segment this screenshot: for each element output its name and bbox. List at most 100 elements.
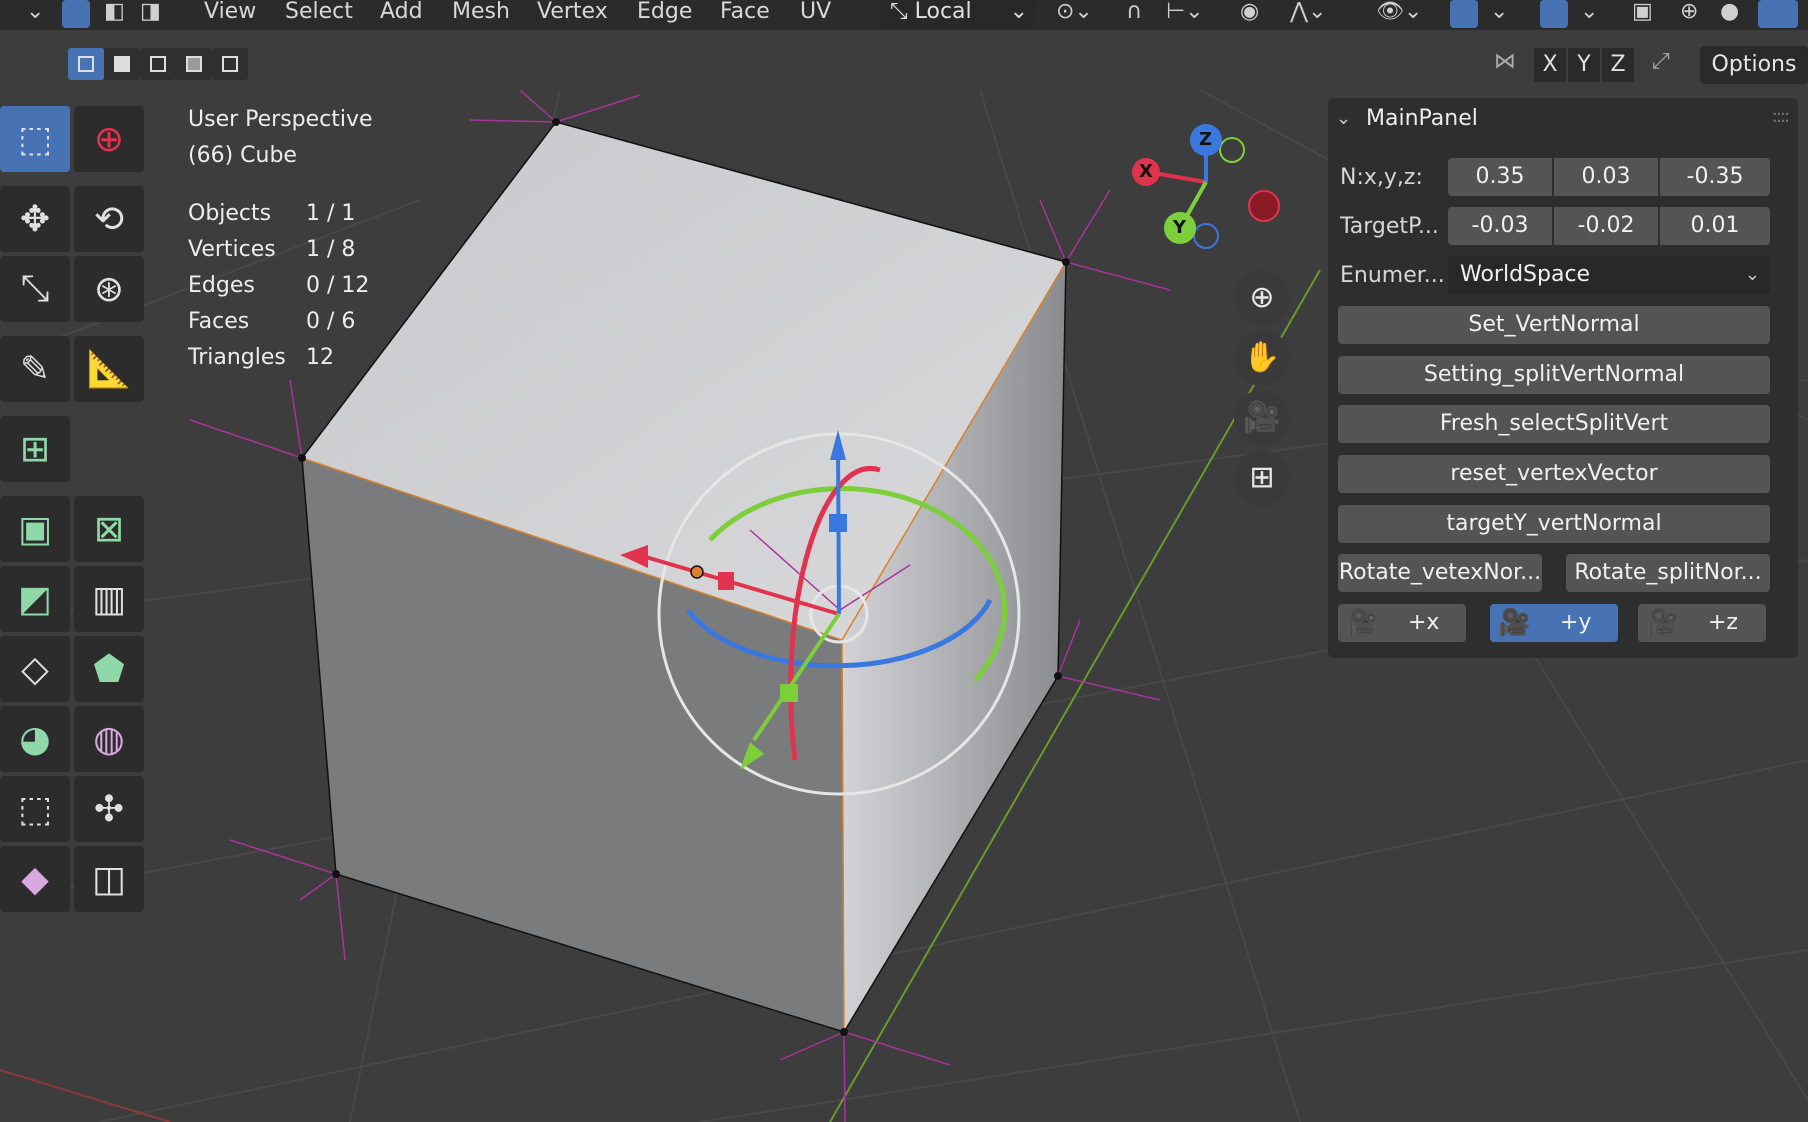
rotate-tool[interactable]: ⟲ <box>74 186 144 252</box>
select-box-tool[interactable]: ⬚ <box>0 106 70 172</box>
grid-icon: ⊞ <box>1249 460 1275 495</box>
cursor-select-icon: ⬚ <box>17 118 52 160</box>
snap-icon[interactable]: ∩ <box>1126 0 1142 28</box>
vertex-select-mode-button[interactable] <box>62 0 90 28</box>
mirror-icon[interactable]: ⋈ <box>1494 50 1516 78</box>
extrude-tool[interactable]: ▣ <box>0 496 70 562</box>
menu-add[interactable]: Add <box>380 0 423 28</box>
rip-tool[interactable]: ◫ <box>74 846 144 912</box>
mirror-x-button[interactable]: X <box>1534 48 1566 82</box>
normal-z-field[interactable]: -0.35 <box>1660 158 1770 196</box>
gizmo-z-label: Z <box>1199 129 1213 150</box>
stat-vertices: Vertices 1 / 8 <box>188 237 356 262</box>
face-select-mode-icon[interactable]: ◨ <box>140 0 161 28</box>
select-subtract-icon <box>150 56 166 72</box>
reset-vertex-vector-button[interactable]: reset_vertexVector <box>1338 455 1770 493</box>
stat-objects: Objects 1 / 1 <box>188 201 356 226</box>
normal-x-field[interactable]: 0.35 <box>1448 158 1552 196</box>
transform-orientation-dropdown[interactable]: ⤡ Local ⌄ <box>880 0 1036 28</box>
visibility-icon[interactable]: 👁⌄ <box>1376 0 1422 28</box>
overlay-toggle-button[interactable] <box>1540 0 1568 28</box>
snap-target-icon[interactable]: ⊢⌄ <box>1166 0 1204 28</box>
target-y-vert-normal-button[interactable]: targetY_vertNormal <box>1338 505 1770 543</box>
material-shading-button[interactable] <box>1758 0 1798 28</box>
menu-view[interactable]: View <box>204 0 256 28</box>
wireframe-shading-icon[interactable]: ⊕ <box>1680 0 1698 28</box>
crosshair-icon: ⊕ <box>93 118 125 160</box>
menu-vertex[interactable]: Vertex <box>537 0 608 28</box>
camera-view-button[interactable]: 🎥 <box>1234 390 1290 446</box>
set-vert-normal-button[interactable]: Set_VertNormal <box>1338 306 1770 344</box>
rotate-vertex-normal-button[interactable]: Rotate_vetexNor... <box>1338 554 1542 592</box>
fresh-select-split-vert-button[interactable]: Fresh_selectSplitVert <box>1338 405 1770 443</box>
zoom-icon: ⊕ <box>1249 280 1275 315</box>
collapse-chevron-icon[interactable]: ⌄ <box>1336 108 1351 129</box>
pivot-point-icon[interactable]: ⊙⌄ <box>1056 0 1093 28</box>
select-subtract-button[interactable] <box>140 48 176 80</box>
measure-tool[interactable]: 📐 <box>74 336 144 402</box>
menu-face[interactable]: Face <box>720 0 770 28</box>
zoom-button[interactable]: ⊕ <box>1234 270 1290 326</box>
camera-icon: 🎥 <box>1243 400 1281 435</box>
transform-icon: ⊛ <box>93 268 125 310</box>
drag-grip-icon[interactable]: :::: <box>1772 106 1790 127</box>
falloff-icon[interactable]: ⋀⌄ <box>1290 0 1326 28</box>
camera-icon: 🎥 <box>1498 608 1531 638</box>
target-label: TargetP... <box>1340 214 1439 239</box>
select-invert-icon <box>186 56 202 72</box>
rip-icon: ◫ <box>91 858 126 900</box>
view-plus-y-button[interactable]: 🎥 +y <box>1490 604 1618 642</box>
select-extend-button[interactable] <box>104 48 140 80</box>
poly-build-tool[interactable]: ⬟ <box>74 636 144 702</box>
target-x-field[interactable]: -0.03 <box>1448 207 1552 245</box>
view-plus-x-button[interactable]: 🎥 +x <box>1338 604 1466 642</box>
header-bar: ⌄ ◧ ◨ View Select Add Mesh Vertex Edge F… <box>0 0 1808 30</box>
normal-y-field[interactable]: 0.03 <box>1554 158 1658 196</box>
cursor-tool[interactable]: ⊕ <box>74 106 144 172</box>
select-new-button[interactable] <box>68 48 104 80</box>
auto-merge-icon[interactable]: ⤢ <box>1652 50 1670 78</box>
knife-tool[interactable]: ◇ <box>0 636 70 702</box>
mirror-y-button[interactable]: Y <box>1568 48 1600 82</box>
gizmo-x-label: X <box>1139 161 1153 182</box>
bevel-tool[interactable]: ◩ <box>0 566 70 632</box>
smooth-tool[interactable]: ◍ <box>74 706 144 772</box>
inset-tool[interactable]: ⊠ <box>74 496 144 562</box>
shear-tool[interactable]: ◆ <box>0 846 70 912</box>
add-cube-icon: ⊞ <box>19 428 51 470</box>
setting-split-vert-normal-button[interactable]: Setting_splitVertNormal <box>1338 356 1770 394</box>
select-intersect-button[interactable] <box>212 48 248 80</box>
solid-shading-icon[interactable]: ● <box>1720 0 1739 28</box>
menu-mesh[interactable]: Mesh <box>452 0 510 28</box>
loop-cut-tool[interactable]: ▥ <box>74 566 144 632</box>
edge-select-mode-icon[interactable]: ◧ <box>104 0 125 28</box>
transform-tool[interactable]: ⊛ <box>74 256 144 322</box>
spin-tool[interactable]: ◕ <box>0 706 70 772</box>
gizmo-toggle-button[interactable] <box>1450 0 1478 28</box>
chevron-down-icon[interactable]: ⌄ <box>1580 0 1598 28</box>
chevron-down-icon[interactable]: ⌄ <box>1490 0 1508 28</box>
chevron-down-icon[interactable]: ⌄ <box>26 0 44 28</box>
move-tool[interactable]: ✥ <box>0 186 70 252</box>
shrink-fatten-tool[interactable]: ✣ <box>74 776 144 842</box>
annotate-tool[interactable]: ✎ <box>0 336 70 402</box>
menu-select[interactable]: Select <box>285 0 353 28</box>
space-enum-dropdown[interactable]: WorldSpace ⌄ <box>1448 256 1770 294</box>
target-y-field[interactable]: -0.02 <box>1554 207 1658 245</box>
add-cube-tool[interactable]: ⊞ <box>0 416 70 482</box>
rotate-split-normal-button[interactable]: Rotate_splitNor... <box>1566 554 1770 592</box>
xray-icon[interactable]: ▣ <box>1632 0 1653 28</box>
target-z-field[interactable]: 0.01 <box>1660 207 1770 245</box>
view-plus-z-button[interactable]: 🎥 +z <box>1638 604 1766 642</box>
menu-edge[interactable]: Edge <box>637 0 692 28</box>
proportional-edit-icon[interactable]: ◉ <box>1240 0 1259 28</box>
edge-slide-tool[interactable]: ⬚ <box>0 776 70 842</box>
ortho-toggle-button[interactable]: ⊞ <box>1234 450 1290 506</box>
menu-uv[interactable]: UV <box>800 0 831 28</box>
options-button[interactable]: Options <box>1700 46 1808 84</box>
select-invert-button[interactable] <box>176 48 212 80</box>
mirror-z-button[interactable]: Z <box>1602 48 1634 82</box>
bevel-icon: ◩ <box>17 578 52 620</box>
pan-button[interactable]: ✋ <box>1234 330 1290 386</box>
scale-tool[interactable]: ⤡ <box>0 256 70 322</box>
